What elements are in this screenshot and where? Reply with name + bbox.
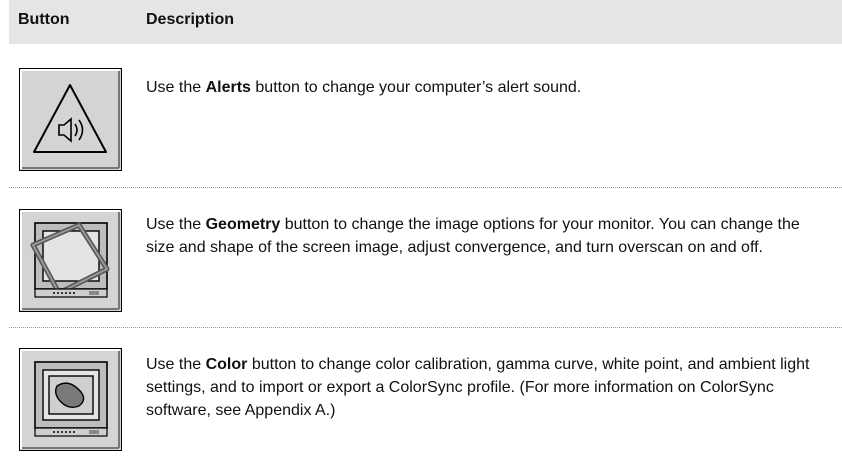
alerts-button[interactable] bbox=[19, 68, 122, 171]
description-alerts: Use the Alerts button to change your com… bbox=[146, 79, 582, 96]
table-header: Button Description bbox=[9, 0, 842, 44]
color-icon bbox=[19, 348, 122, 451]
row-divider bbox=[9, 187, 842, 188]
alerts-icon bbox=[19, 68, 122, 171]
row-divider bbox=[9, 327, 842, 328]
geometry-icon bbox=[19, 209, 122, 312]
geometry-button[interactable] bbox=[19, 209, 122, 312]
column-header-button: Button bbox=[18, 11, 70, 28]
color-button[interactable] bbox=[19, 348, 122, 451]
column-header-description: Description bbox=[146, 11, 235, 28]
description-color: Use the Color button to change color cal… bbox=[146, 356, 810, 419]
description-geometry: Use the Geometry button to change the im… bbox=[146, 216, 800, 256]
